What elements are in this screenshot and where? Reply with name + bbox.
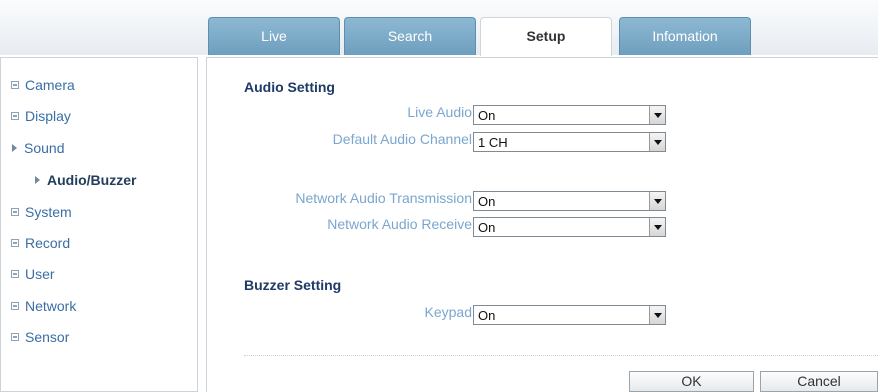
expand-icon (11, 239, 19, 247)
section-divider (244, 355, 878, 356)
sidebar-item-label: Sensor (25, 329, 70, 345)
chevron-down-icon[interactable] (649, 192, 665, 210)
expand-icon (11, 112, 19, 120)
expand-icon (11, 208, 19, 216)
keypad-label: Keypad (424, 304, 472, 320)
tab-setup[interactable]: Setup (480, 17, 612, 56)
expand-icon (11, 270, 19, 278)
chevron-down-icon[interactable] (649, 218, 665, 236)
live-audio-label: Live Audio (407, 104, 472, 120)
sidebar-item-user[interactable]: User (11, 266, 55, 282)
ok-button[interactable]: OK (629, 371, 754, 392)
collapse-arrow-icon (12, 144, 17, 152)
default-audio-channel-value: 1 CH (478, 135, 508, 150)
keypad-select[interactable]: On (473, 305, 666, 325)
expand-icon (11, 81, 19, 89)
live-audio-value: On (478, 108, 496, 123)
sidebar-item-network[interactable]: Network (11, 298, 76, 314)
chevron-down-icon[interactable] (649, 106, 665, 124)
sidebar-item-camera[interactable]: Camera (11, 77, 75, 93)
sidebar-item-display[interactable]: Display (11, 108, 71, 124)
network-audio-transmission-value: On (478, 194, 496, 209)
network-audio-receive-label: Network Audio Receive (327, 216, 472, 232)
sidebar-item-label: Sound (24, 140, 65, 156)
expand-icon (11, 302, 19, 310)
default-audio-channel-label: Default Audio Channel (332, 131, 472, 147)
top-nav-bar: Live Search Setup Infomation (0, 0, 878, 56)
network-audio-transmission-label: Network Audio Transmission (295, 190, 472, 206)
expand-icon (11, 333, 19, 341)
network-audio-transmission-select[interactable]: On (473, 191, 666, 211)
sidebar-item-label: Record (25, 235, 71, 251)
sidebar-item-label: Audio/Buzzer (47, 172, 137, 188)
tab-search[interactable]: Search (344, 17, 476, 55)
sidebar-item-system[interactable]: System (11, 204, 72, 220)
chevron-down-icon[interactable] (649, 306, 665, 324)
network-audio-receive-select[interactable]: On (473, 217, 666, 237)
tab-infomation[interactable]: Infomation (619, 17, 751, 55)
sidebar-item-sensor[interactable]: Sensor (11, 329, 69, 345)
cancel-button[interactable]: Cancel (760, 371, 878, 392)
sidebar-item-label: Camera (25, 77, 75, 93)
arrow-icon (35, 176, 40, 184)
sidebar-item-label: Display (25, 108, 71, 124)
default-audio-channel-select[interactable]: 1 CH (473, 132, 666, 152)
network-audio-receive-value: On (478, 220, 496, 235)
sidebar-item-label: System (25, 204, 72, 220)
chevron-down-icon[interactable] (649, 133, 665, 151)
sidebar-item-sound[interactable]: Sound (11, 140, 64, 156)
sidebar-item-record[interactable]: Record (11, 235, 70, 251)
buzzer-setting-title: Buzzer Setting (244, 277, 342, 293)
sidebar-item-label: Network (25, 298, 77, 314)
keypad-value: On (478, 308, 496, 323)
tab-live[interactable]: Live (208, 17, 340, 55)
sidebar-item-label: User (25, 266, 55, 282)
audio-setting-title: Audio Setting (244, 79, 335, 95)
live-audio-select[interactable]: On (473, 105, 666, 125)
sidebar-item-audio-buzzer[interactable]: Audio/Buzzer (34, 172, 136, 188)
